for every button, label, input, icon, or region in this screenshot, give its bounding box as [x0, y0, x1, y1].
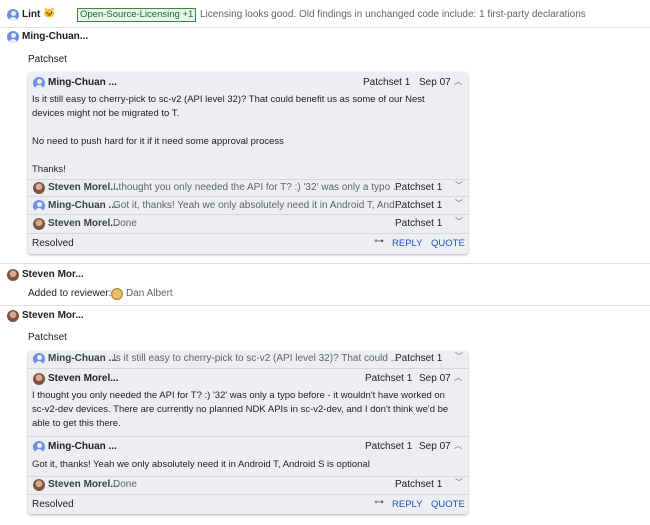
author-name[interactable]: Steven Mor...: [22, 310, 84, 321]
avatar: [33, 373, 45, 385]
resolved-status: Resolved: [32, 499, 74, 510]
comment-date[interactable]: Sep 07: [419, 441, 451, 452]
avatar: [7, 269, 19, 281]
patchset-link[interactable]: Patchset 1: [395, 200, 442, 211]
avatar: [33, 218, 45, 230]
link-icon[interactable]: ⊶: [374, 236, 384, 247]
reviewer-avatar: [111, 288, 123, 300]
avatar: [33, 77, 45, 89]
reply-author[interactable]: Ming-Chuan ...: [48, 353, 117, 364]
chevron-up-icon[interactable]: ︿: [454, 440, 462, 451]
divider: [28, 476, 468, 477]
chevron-down-icon[interactable]: ﹀: [455, 216, 463, 227]
patchset-link[interactable]: Patchset 1: [365, 441, 412, 452]
comment-body: Got it, thanks! Yeah we only absolutely …: [32, 459, 370, 470]
divider: [0, 27, 650, 28]
patchset-link[interactable]: Patchset 1: [363, 77, 410, 88]
author-name[interactable]: Steven Mor...: [22, 269, 84, 280]
chevron-down-icon[interactable]: ﹀: [455, 180, 463, 191]
reply-button[interactable]: REPLY: [392, 238, 422, 249]
chevron-down-icon[interactable]: ﹀: [455, 477, 463, 488]
divider: [28, 233, 468, 234]
quote-button[interactable]: QUOTE: [431, 499, 465, 510]
resolved-status: Resolved: [32, 238, 74, 249]
chevron-up-icon[interactable]: ︿: [454, 372, 462, 383]
comment-author[interactable]: Steven Morel...: [48, 373, 119, 384]
author-name[interactable]: Lint: [22, 9, 40, 20]
patchset-link[interactable]: Patchset 1: [395, 479, 442, 490]
avatar: [7, 31, 19, 43]
patchset-link[interactable]: Patchset 1: [395, 353, 442, 364]
divider: [0, 263, 650, 264]
patchset-label: Patchset: [28, 332, 67, 343]
avatar: [7, 9, 19, 21]
reply-author[interactable]: Steven Morel...: [48, 479, 119, 490]
patchset-link[interactable]: Patchset 1: [395, 182, 442, 193]
link-icon[interactable]: ⊶: [374, 497, 384, 508]
lint-message: Licensing looks good. Old findings in un…: [200, 9, 586, 20]
reviewer-message: Added to reviewer:: [28, 288, 112, 299]
chevron-down-icon[interactable]: ﹀: [455, 198, 463, 209]
divider: [28, 214, 468, 215]
quote-button[interactable]: QUOTE: [431, 238, 465, 249]
cat-emoji: 🐱: [43, 8, 56, 19]
reviewer-chip[interactable]: Dan Albert: [126, 288, 173, 299]
divider: [0, 305, 650, 306]
comment-body: I thought you only needed the API for T?…: [32, 390, 449, 429]
divider: [28, 494, 468, 495]
reply-preview[interactable]: Done: [113, 218, 137, 229]
reply-preview[interactable]: I thought you only needed the API for T?…: [113, 182, 401, 193]
reply-author[interactable]: Ming-Chuan ...: [48, 200, 117, 211]
reply-author[interactable]: Steven Morel...: [48, 218, 119, 229]
comment-date[interactable]: Sep 07: [419, 373, 451, 384]
comment-date[interactable]: Sep 07: [419, 77, 451, 88]
divider: [28, 196, 468, 197]
comment-thread: Ming-Chuan ... Patchset 1 Sep 07 ︿ Is it…: [28, 72, 468, 254]
reply-preview[interactable]: Got it, thanks! Yeah we only absolutely …: [113, 200, 403, 211]
patchset-label: Patchset: [28, 54, 67, 65]
reply-button[interactable]: REPLY: [392, 499, 422, 510]
comment-thread: Ming-Chuan ... Is it still easy to cherr…: [28, 351, 468, 514]
reply-preview[interactable]: Done: [113, 479, 137, 490]
avatar: [33, 200, 45, 212]
chevron-down-icon[interactable]: ﹀: [455, 351, 463, 362]
reply-author[interactable]: Steven Morel...: [48, 182, 119, 193]
comment-body: Is it still easy to cherry-pick to sc-v2…: [32, 94, 425, 175]
comment-author[interactable]: Ming-Chuan ...: [48, 77, 117, 88]
chevron-up-icon[interactable]: ︿: [454, 76, 462, 87]
divider: [28, 179, 468, 180]
reply-preview[interactable]: Is it still easy to cherry-pick to sc-v2…: [113, 353, 399, 364]
vote-badge: Open-Source-Licensing +1: [77, 8, 197, 22]
avatar: [7, 310, 19, 322]
avatar: [33, 182, 45, 194]
avatar: [33, 353, 45, 365]
avatar: [33, 441, 45, 453]
avatar: [33, 479, 45, 491]
patchset-link[interactable]: Patchset 1: [365, 373, 412, 384]
comment-author[interactable]: Ming-Chuan ...: [48, 441, 117, 452]
patchset-link[interactable]: Patchset 1: [395, 218, 442, 229]
divider: [28, 368, 468, 369]
author-name[interactable]: Ming-Chuan...: [22, 31, 88, 42]
divider: [28, 436, 468, 437]
